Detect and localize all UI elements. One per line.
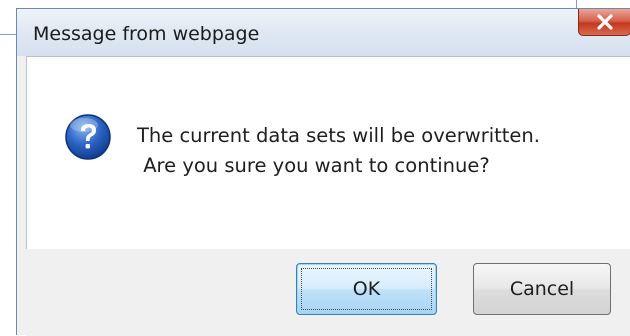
message-line-2: Are you sure you want to continue? (137, 154, 490, 177)
ok-button[interactable]: OK (296, 263, 437, 315)
close-icon (596, 14, 613, 30)
question-icon (65, 114, 111, 160)
message-line-1: The current data sets will be overwritte… (137, 124, 540, 147)
dialog-button-bar: OK Cancel (26, 249, 630, 336)
background-divider (0, 34, 16, 35)
dialog-message: The current data sets will be overwritte… (137, 121, 540, 181)
dialog-titlebar[interactable]: Message from webpage (17, 9, 630, 56)
dialog-title: Message from webpage (33, 23, 260, 45)
background-page (0, 0, 630, 8)
dialog-content: The current data sets will be overwritte… (26, 56, 630, 249)
message-dialog: Message from webpage The current data se… (16, 8, 630, 336)
cancel-button[interactable]: Cancel (473, 263, 611, 315)
close-button[interactable] (578, 9, 630, 36)
focus-ring (301, 268, 432, 310)
background-divider-vertical (576, 0, 577, 8)
cancel-button-label: Cancel (509, 278, 575, 300)
